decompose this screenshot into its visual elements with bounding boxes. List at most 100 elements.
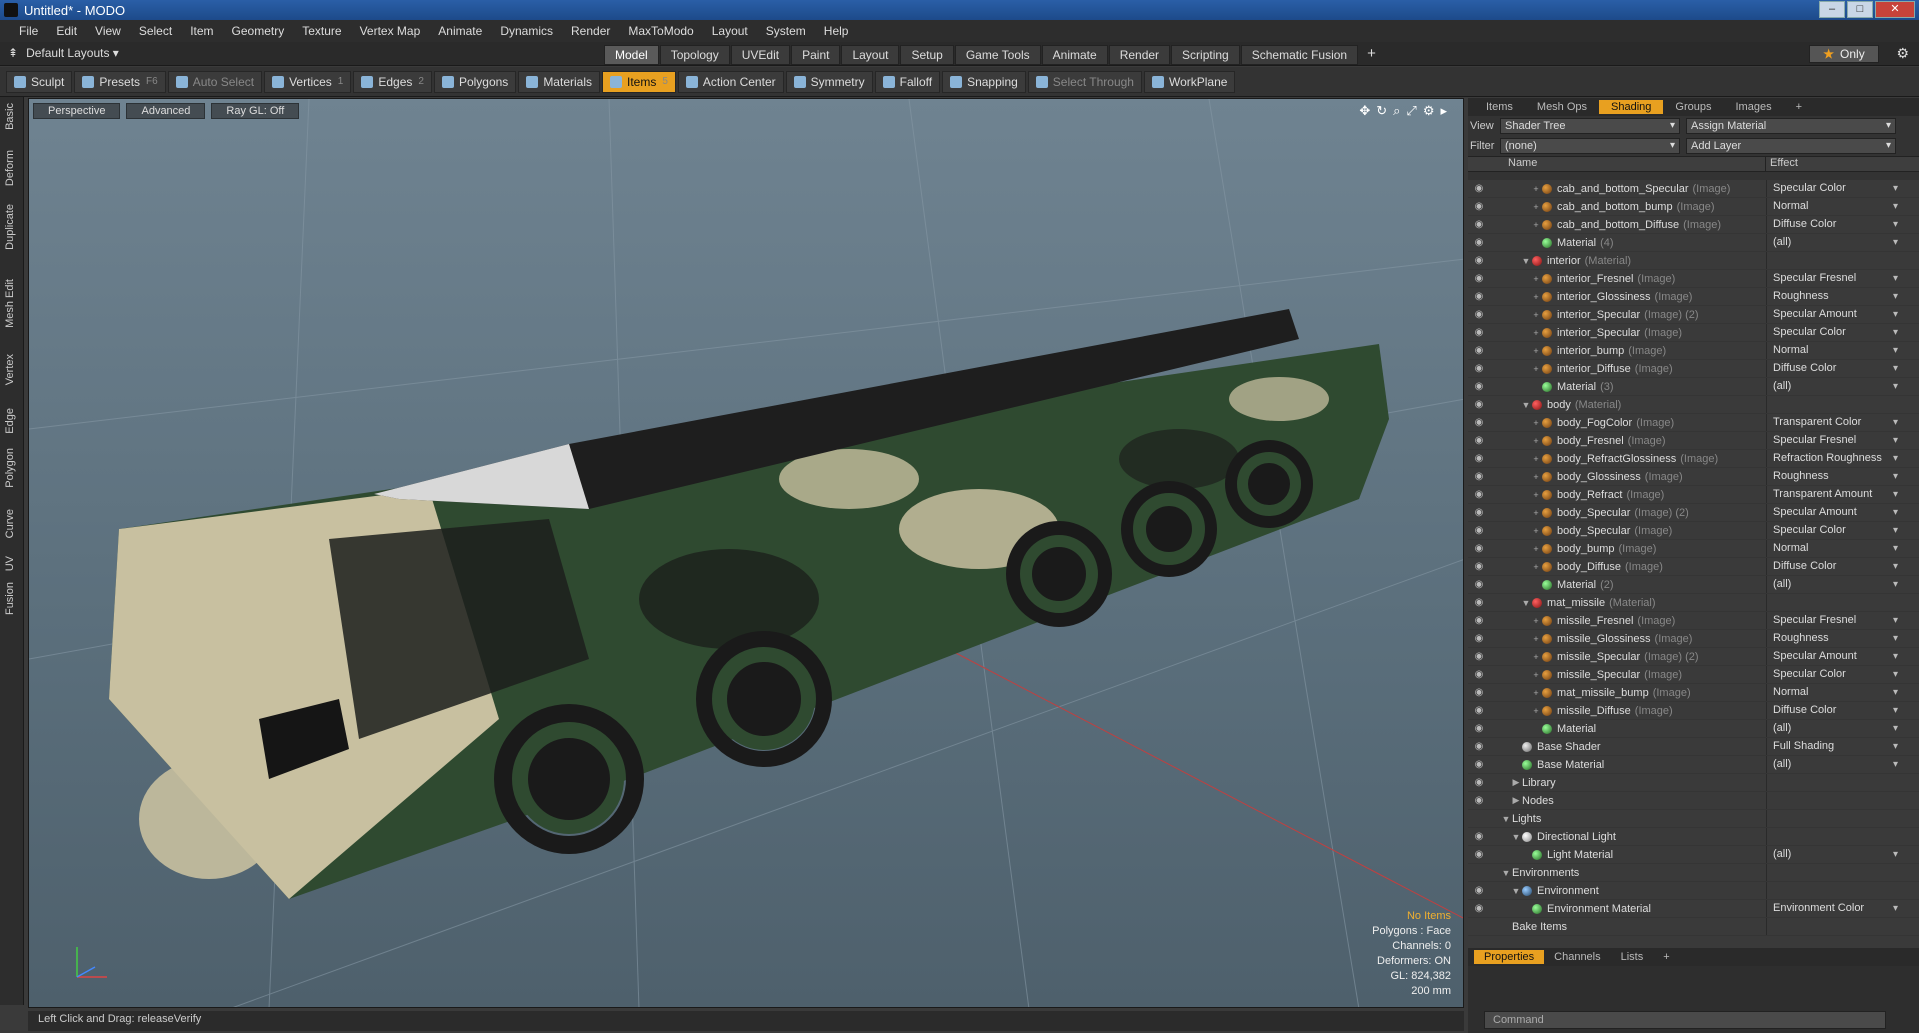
effect-dropdown[interactable]: Specular Color — [1766, 522, 1906, 539]
menu-texture[interactable]: Texture — [293, 24, 350, 38]
viewport-perspective-button[interactable]: Perspective — [33, 103, 121, 119]
visibility-eye-icon[interactable]: ◉ — [1468, 345, 1490, 356]
visibility-eye-icon[interactable]: ◉ — [1468, 435, 1490, 446]
tree-row[interactable]: ◉ ▼ Environment — [1468, 882, 1919, 900]
polygons-button[interactable]: Polygons — [433, 70, 517, 93]
tab-uvedit[interactable]: UVEdit — [730, 45, 791, 65]
left-tab-deform[interactable]: Deform — [4, 150, 16, 186]
expand-toggle-icon[interactable]: + — [1530, 472, 1542, 482]
tree-row[interactable]: ◉ ▶ Nodes — [1468, 792, 1919, 810]
menu-render[interactable]: Render — [562, 24, 619, 38]
expand-toggle-icon[interactable]: ▼ — [1510, 886, 1522, 896]
effect-dropdown[interactable]: Normal — [1766, 198, 1906, 215]
visibility-eye-icon[interactable]: ◉ — [1468, 327, 1490, 338]
expand-toggle-icon[interactable]: + — [1530, 184, 1542, 194]
layout-menu-icon[interactable]: ⇞ — [8, 46, 18, 60]
visibility-eye-icon[interactable]: ◉ — [1468, 291, 1490, 302]
tree-row[interactable]: ◉ + missile_Glossiness (Image) Roughness — [1468, 630, 1919, 648]
visibility-eye-icon[interactable]: ◉ — [1468, 831, 1490, 842]
expand-toggle-icon[interactable]: + — [1530, 418, 1542, 428]
effect-dropdown[interactable]: Refraction Roughness — [1766, 450, 1906, 467]
tree-row[interactable]: ◉ ▼ mat_missile (Material) — [1468, 594, 1919, 612]
symmetry-button[interactable]: Symmetry — [785, 70, 873, 93]
visibility-eye-icon[interactable]: ◉ — [1468, 669, 1490, 680]
tree-row[interactable]: ◉ + interior_bump (Image) Normal — [1468, 342, 1919, 360]
tree-row[interactable]: ◉ Base Material (all) — [1468, 756, 1919, 774]
visibility-eye-icon[interactable]: ◉ — [1468, 219, 1490, 230]
filter-dropdown[interactable]: (none) — [1500, 138, 1680, 154]
select-through-button[interactable]: Select Through — [1027, 70, 1142, 93]
effect-dropdown[interactable]: Specular Fresnel — [1766, 270, 1906, 287]
effect-dropdown[interactable]: Diffuse Color — [1766, 360, 1906, 377]
menu-select[interactable]: Select — [130, 24, 181, 38]
close-icon[interactable]: ✕ — [1875, 1, 1915, 18]
maximize-icon[interactable]: □ — [1847, 1, 1873, 18]
layout-dropdown[interactable]: Default Layouts ▾ — [26, 46, 119, 60]
tree-row[interactable]: ◉ + body_Specular (Image) (2) Specular Amoun… — [1468, 504, 1919, 522]
viewport-menu-icon[interactable]: ▸ — [1440, 103, 1447, 119]
tree-row[interactable]: Bake Items — [1468, 918, 1919, 936]
expand-toggle-icon[interactable]: ▼ — [1500, 814, 1512, 824]
menu-item[interactable]: Item — [181, 24, 222, 38]
effect-dropdown[interactable]: Normal — [1766, 342, 1906, 359]
tree-row[interactable]: ◉ + interior_Glossiness (Image) Roughness — [1468, 288, 1919, 306]
visibility-eye-icon[interactable]: ◉ — [1468, 777, 1490, 788]
expand-toggle-icon[interactable]: + — [1530, 544, 1542, 554]
tree-row[interactable]: ◉ Environment Material Environment Color — [1468, 900, 1919, 918]
tree-row[interactable]: ◉ + body_Refract (Image) Transparent Amount — [1468, 486, 1919, 504]
visibility-eye-icon[interactable]: ◉ — [1468, 705, 1490, 716]
visibility-eye-icon[interactable]: ◉ — [1468, 201, 1490, 212]
expand-toggle-icon[interactable]: + — [1530, 634, 1542, 644]
left-tab-basic[interactable]: Basic — [4, 103, 16, 130]
menu-layout[interactable]: Layout — [703, 24, 757, 38]
tree-row[interactable]: ▼ Environments — [1468, 864, 1919, 882]
items-button[interactable]: Items 5 — [602, 70, 676, 93]
effect-dropdown[interactable]: Diffuse Color — [1766, 558, 1906, 575]
prop-tab-lists[interactable]: Lists — [1611, 950, 1654, 964]
gear-icon[interactable]: ⚙ — [1896, 45, 1909, 62]
tab-render[interactable]: Render — [1108, 45, 1171, 65]
visibility-eye-icon[interactable]: ◉ — [1468, 795, 1490, 806]
expand-toggle-icon[interactable]: ▼ — [1510, 832, 1522, 842]
tree-row[interactable]: ◉ + mat_missile_bump (Image) Normal — [1468, 684, 1919, 702]
menu-maxtomodo[interactable]: MaxToModo — [619, 24, 702, 38]
expand-toggle-icon[interactable]: + — [1530, 490, 1542, 500]
auto-select-button[interactable]: Auto Select — [167, 70, 263, 93]
tab-model[interactable]: Model — [604, 45, 659, 65]
menu-view[interactable]: View — [86, 24, 130, 38]
visibility-eye-icon[interactable]: ◉ — [1468, 579, 1490, 590]
expand-toggle-icon[interactable]: ▼ — [1520, 400, 1532, 410]
effect-dropdown[interactable]: Roughness — [1766, 468, 1906, 485]
effect-dropdown[interactable]: Roughness — [1766, 630, 1906, 647]
visibility-eye-icon[interactable]: ◉ — [1468, 381, 1490, 392]
menu-system[interactable]: System — [757, 24, 815, 38]
effect-dropdown[interactable]: Full Shading — [1766, 738, 1906, 755]
expand-toggle-icon[interactable]: ▼ — [1520, 256, 1532, 266]
expand-toggle-icon[interactable]: + — [1530, 292, 1542, 302]
tab-paint[interactable]: Paint — [791, 45, 841, 65]
expand-toggle-icon[interactable]: + — [1530, 670, 1542, 680]
edges-button[interactable]: Edges 2 — [353, 70, 432, 93]
effect-dropdown[interactable]: Transparent Amount — [1766, 486, 1906, 503]
expand-toggle-icon[interactable]: ▶ — [1510, 777, 1522, 788]
add-prop-tab-icon[interactable]: + — [1653, 950, 1679, 964]
tree-row[interactable]: ◉ Material (4) (all) — [1468, 234, 1919, 252]
tree-row[interactable]: ◉ + missile_Specular (Image) (2) Specular Am… — [1468, 648, 1919, 666]
expand-toggle-icon[interactable]: + — [1530, 508, 1542, 518]
visibility-eye-icon[interactable]: ◉ — [1468, 903, 1490, 914]
expand-toggle-icon[interactable]: + — [1530, 310, 1542, 320]
expand-toggle-icon[interactable]: ▼ — [1500, 868, 1512, 878]
effect-dropdown[interactable]: Specular Color — [1766, 180, 1906, 197]
effect-dropdown[interactable]: (all) — [1766, 576, 1906, 593]
left-tab-uv[interactable]: UV — [4, 556, 16, 571]
expand-toggle-icon[interactable]: + — [1530, 688, 1542, 698]
tree-row[interactable]: ◉ + body_bump (Image) Normal — [1468, 540, 1919, 558]
visibility-eye-icon[interactable]: ◉ — [1468, 741, 1490, 752]
panel-tab-images[interactable]: Images — [1724, 100, 1784, 114]
expand-toggle-icon[interactable]: + — [1530, 220, 1542, 230]
prop-tab-properties[interactable]: Properties — [1474, 950, 1545, 964]
panel-tab-items[interactable]: Items — [1474, 100, 1525, 114]
expand-toggle-icon[interactable]: + — [1530, 562, 1542, 572]
visibility-eye-icon[interactable]: ◉ — [1468, 237, 1490, 248]
expand-toggle-icon[interactable]: + — [1530, 526, 1542, 536]
